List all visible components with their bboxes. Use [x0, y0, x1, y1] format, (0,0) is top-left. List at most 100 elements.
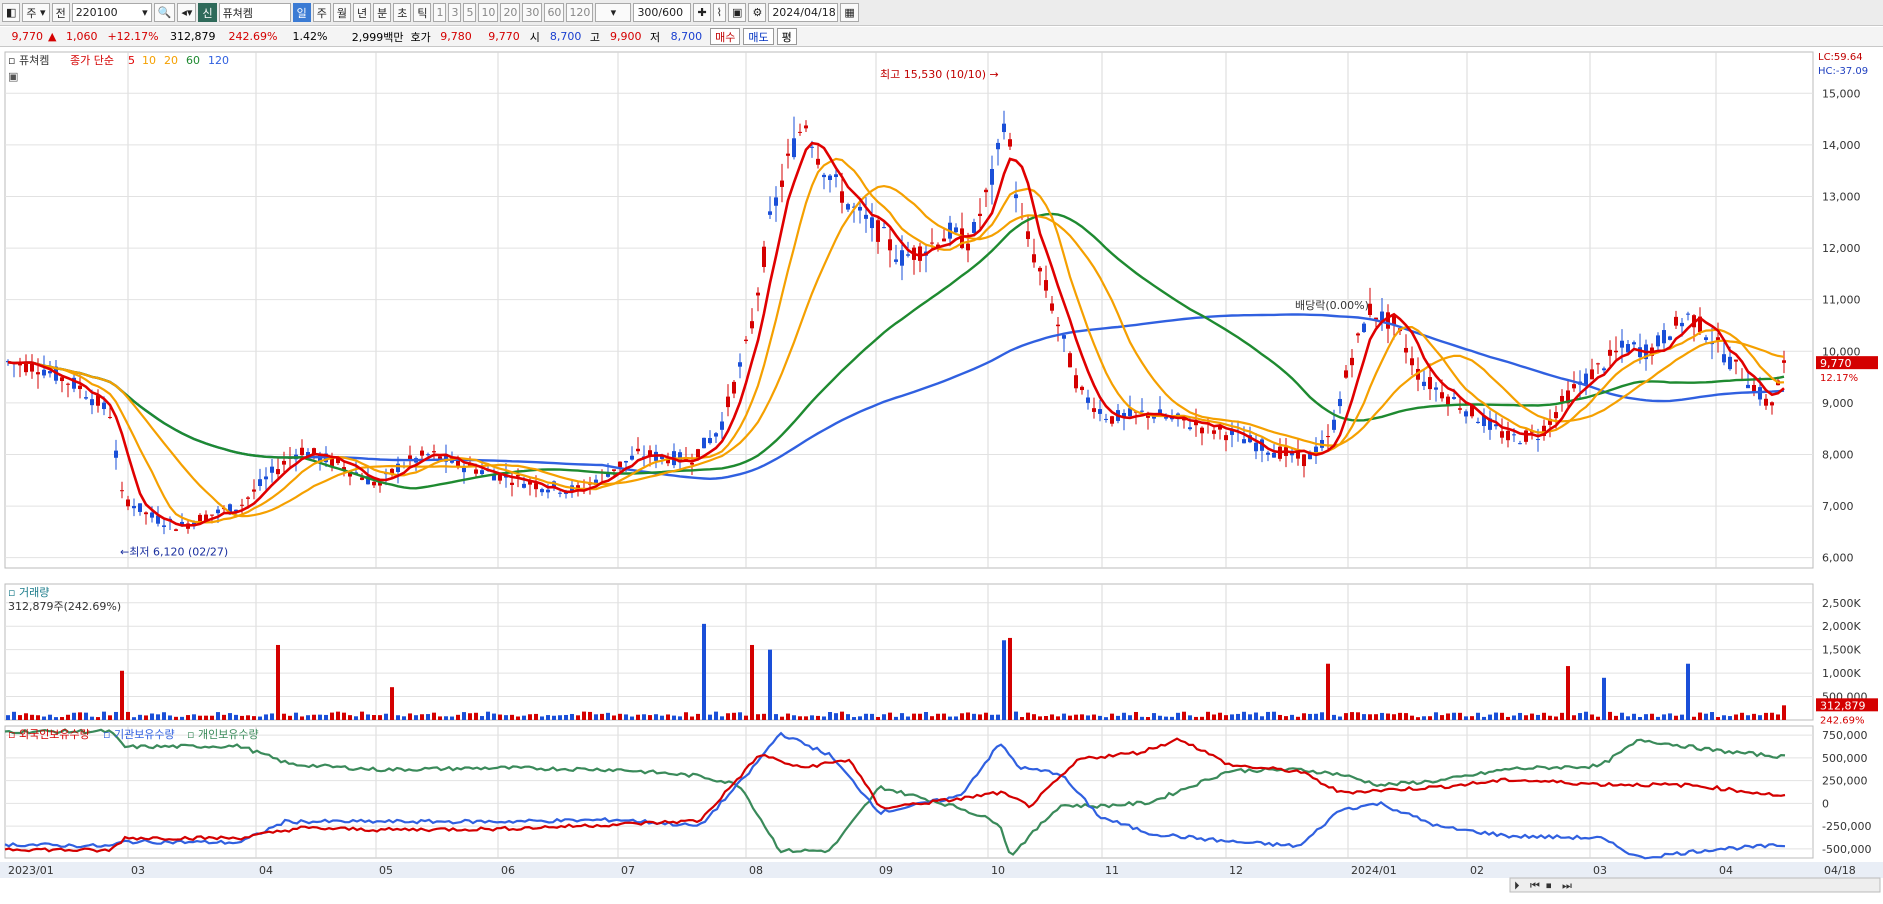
candle-body — [942, 238, 946, 242]
volume-bar — [366, 714, 370, 720]
quote-bar: 9,770 ▲ 1,060 +12.17% 312,879 242.69% 1.… — [0, 27, 1883, 47]
volume-bar — [792, 715, 796, 720]
volume-bar — [1458, 712, 1462, 720]
volume-bar — [1182, 711, 1186, 720]
candle-body — [540, 489, 544, 493]
volume-bar — [696, 713, 700, 720]
candle-body — [84, 397, 88, 399]
crosshair-icon[interactable]: ✚ — [693, 3, 711, 22]
volume-bar — [642, 714, 646, 720]
candle-body — [714, 433, 718, 437]
candle-body — [210, 514, 214, 516]
period-month[interactable]: 월 — [332, 3, 351, 22]
volume-bar — [1170, 716, 1174, 720]
volume-bar — [1068, 715, 1072, 720]
candle-body — [1668, 336, 1672, 340]
volume-bar — [1344, 713, 1348, 720]
search-icon[interactable]: 🔍 — [153, 3, 176, 22]
period-day[interactable]: 일 — [292, 3, 311, 22]
interval-5[interactable]: 5 — [463, 3, 477, 22]
volume-bar — [660, 715, 664, 720]
layout-icon[interactable]: ◧ — [2, 3, 21, 22]
volume-bar — [390, 687, 394, 720]
volume-bar — [1668, 713, 1672, 720]
candle-body — [1632, 342, 1636, 345]
volume-bar — [558, 715, 562, 720]
candle-body — [420, 450, 424, 456]
volume-bar — [1440, 715, 1444, 720]
prev-next-icon[interactable]: ◂▾ — [177, 3, 197, 22]
candle-body — [1266, 452, 1270, 455]
scroll-control-icon: ⏵ — [1514, 879, 1520, 892]
volume-bar — [1488, 714, 1492, 720]
candle-body — [864, 214, 868, 219]
interval-1[interactable]: 1 — [433, 3, 447, 22]
interval-20[interactable]: 20 — [500, 3, 521, 22]
x-tick-label: 03 — [1593, 864, 1607, 877]
candle-body — [144, 512, 148, 515]
period-year[interactable]: 년 — [352, 3, 372, 22]
interval-10[interactable]: 10 — [478, 3, 499, 22]
volume-bar — [540, 716, 544, 720]
volume-bar — [1278, 714, 1282, 720]
interval-3[interactable]: 3 — [448, 3, 462, 22]
calendar-icon[interactable]: ▦ — [840, 3, 859, 22]
volume-bar — [102, 711, 106, 720]
candle-body — [300, 447, 304, 456]
interval-60[interactable]: 60 — [544, 3, 565, 22]
volume-bar — [534, 713, 538, 720]
sell-button[interactable]: 매도 — [743, 28, 774, 45]
gear-icon[interactable]: ⚙ — [748, 3, 767, 22]
date-input[interactable]: 2024/04/18 — [768, 3, 839, 22]
volume-bar — [60, 717, 64, 720]
volume-bar — [282, 713, 286, 720]
quote-ask: 9,780 — [440, 30, 472, 43]
volume-bar — [750, 644, 754, 720]
pane-frame — [4, 51, 1814, 569]
volume-bar — [822, 716, 826, 720]
volume-bar — [1314, 713, 1318, 720]
save-icon[interactable]: ▣ — [728, 3, 747, 22]
candle-body — [984, 189, 988, 193]
institution-line — [4, 731, 1786, 860]
count-input[interactable]: 300/600 — [633, 3, 692, 22]
interval-custom-select[interactable]: ▾ — [595, 3, 632, 22]
dividend-annotation: 배당락(0.00%) — [1295, 299, 1369, 312]
price-tick-label: 8,000 — [1822, 448, 1854, 461]
candle-body — [1050, 303, 1054, 311]
period-minute[interactable]: 분 — [373, 3, 392, 22]
candle-body — [1500, 431, 1504, 438]
volume-bar — [1164, 716, 1168, 720]
stock-chart[interactable]: 6,0007,0008,0009,00010,00011,00012,00013… — [0, 48, 1883, 904]
interval-30[interactable]: 30 — [522, 3, 543, 22]
period-second[interactable]: 초 — [393, 3, 412, 22]
buy-button[interactable]: 매수 — [710, 28, 741, 45]
chart-grid — [0, 51, 1883, 878]
candle-body — [426, 454, 430, 456]
interval-120[interactable]: 120 — [566, 3, 594, 22]
candle-body — [918, 246, 922, 261]
chart-style-icon[interactable]: ⌇ — [712, 3, 727, 22]
volume-bar — [768, 649, 772, 720]
volume-bar — [354, 716, 358, 720]
volume-bar — [96, 717, 100, 720]
volume-bar — [1656, 716, 1660, 720]
volume-bar — [912, 713, 916, 720]
volume-bar — [420, 714, 424, 720]
period-tick[interactable]: 틱 — [413, 3, 432, 22]
period-week[interactable]: 주 — [312, 3, 331, 22]
market-select[interactable]: 주 ▾ — [22, 3, 50, 22]
candle-body — [858, 206, 862, 211]
scope-select[interactable]: 전 — [51, 3, 70, 22]
volume-bar — [996, 714, 1000, 720]
volume-bar — [1632, 713, 1636, 720]
x-tick-label: 08 — [749, 864, 763, 877]
volume-bar — [72, 712, 76, 720]
quote-low: 8,700 — [670, 30, 703, 43]
code-input[interactable]: 220100 ▾ — [71, 3, 152, 22]
volume-bar — [288, 715, 292, 720]
candle-body — [1506, 430, 1510, 441]
quote-open: 8,700 — [549, 30, 582, 43]
average-button[interactable]: 평 — [776, 28, 797, 45]
volume-bar — [1626, 716, 1630, 720]
